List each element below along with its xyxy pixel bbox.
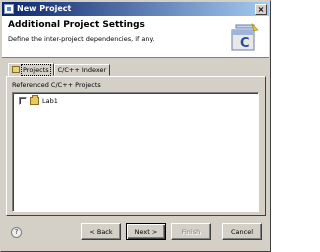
folder-icon bbox=[12, 66, 20, 73]
help-icon[interactable]: ? bbox=[11, 227, 22, 238]
tab-projects-label: Projects bbox=[21, 63, 51, 76]
wizard-window: New Project × Additional Project Setting… bbox=[0, 0, 271, 252]
next-button[interactable]: Next > bbox=[126, 223, 166, 240]
page-description: Define the inter-project dependencies, i… bbox=[8, 35, 155, 43]
tab-cpp-indexer[interactable]: C/C++ Indexer bbox=[53, 64, 111, 76]
page-title: Additional Project Settings bbox=[8, 20, 145, 30]
list-item[interactable]: Lab1 bbox=[19, 95, 58, 105]
project-name: Lab1 bbox=[42, 97, 58, 105]
referenced-projects-label: Referenced C/C++ Projects bbox=[12, 81, 101, 89]
window-title: New Project bbox=[17, 4, 72, 13]
project-folder-icon bbox=[30, 95, 39, 105]
close-button[interactable]: × bbox=[255, 3, 267, 15]
tab-cpp-indexer-label: C/C++ Indexer bbox=[57, 66, 107, 74]
wizard-banner: Additional Project Settings Define the i… bbox=[2, 16, 269, 58]
project-checkbox[interactable] bbox=[19, 97, 27, 105]
new-c-project-wizard-icon: C bbox=[231, 22, 259, 51]
finish-button[interactable]: Finish bbox=[171, 223, 211, 240]
projects-panel: Referenced C/C++ Projects Lab1 bbox=[6, 76, 266, 216]
cancel-button[interactable]: Cancel bbox=[222, 223, 262, 240]
projects-list[interactable]: Lab1 bbox=[12, 92, 259, 212]
back-button[interactable]: < Back bbox=[81, 223, 121, 240]
svg-text:C: C bbox=[240, 36, 250, 51]
title-bar[interactable]: New Project × bbox=[2, 2, 269, 16]
app-icon bbox=[4, 4, 14, 14]
tab-projects[interactable]: Projects bbox=[8, 63, 54, 76]
